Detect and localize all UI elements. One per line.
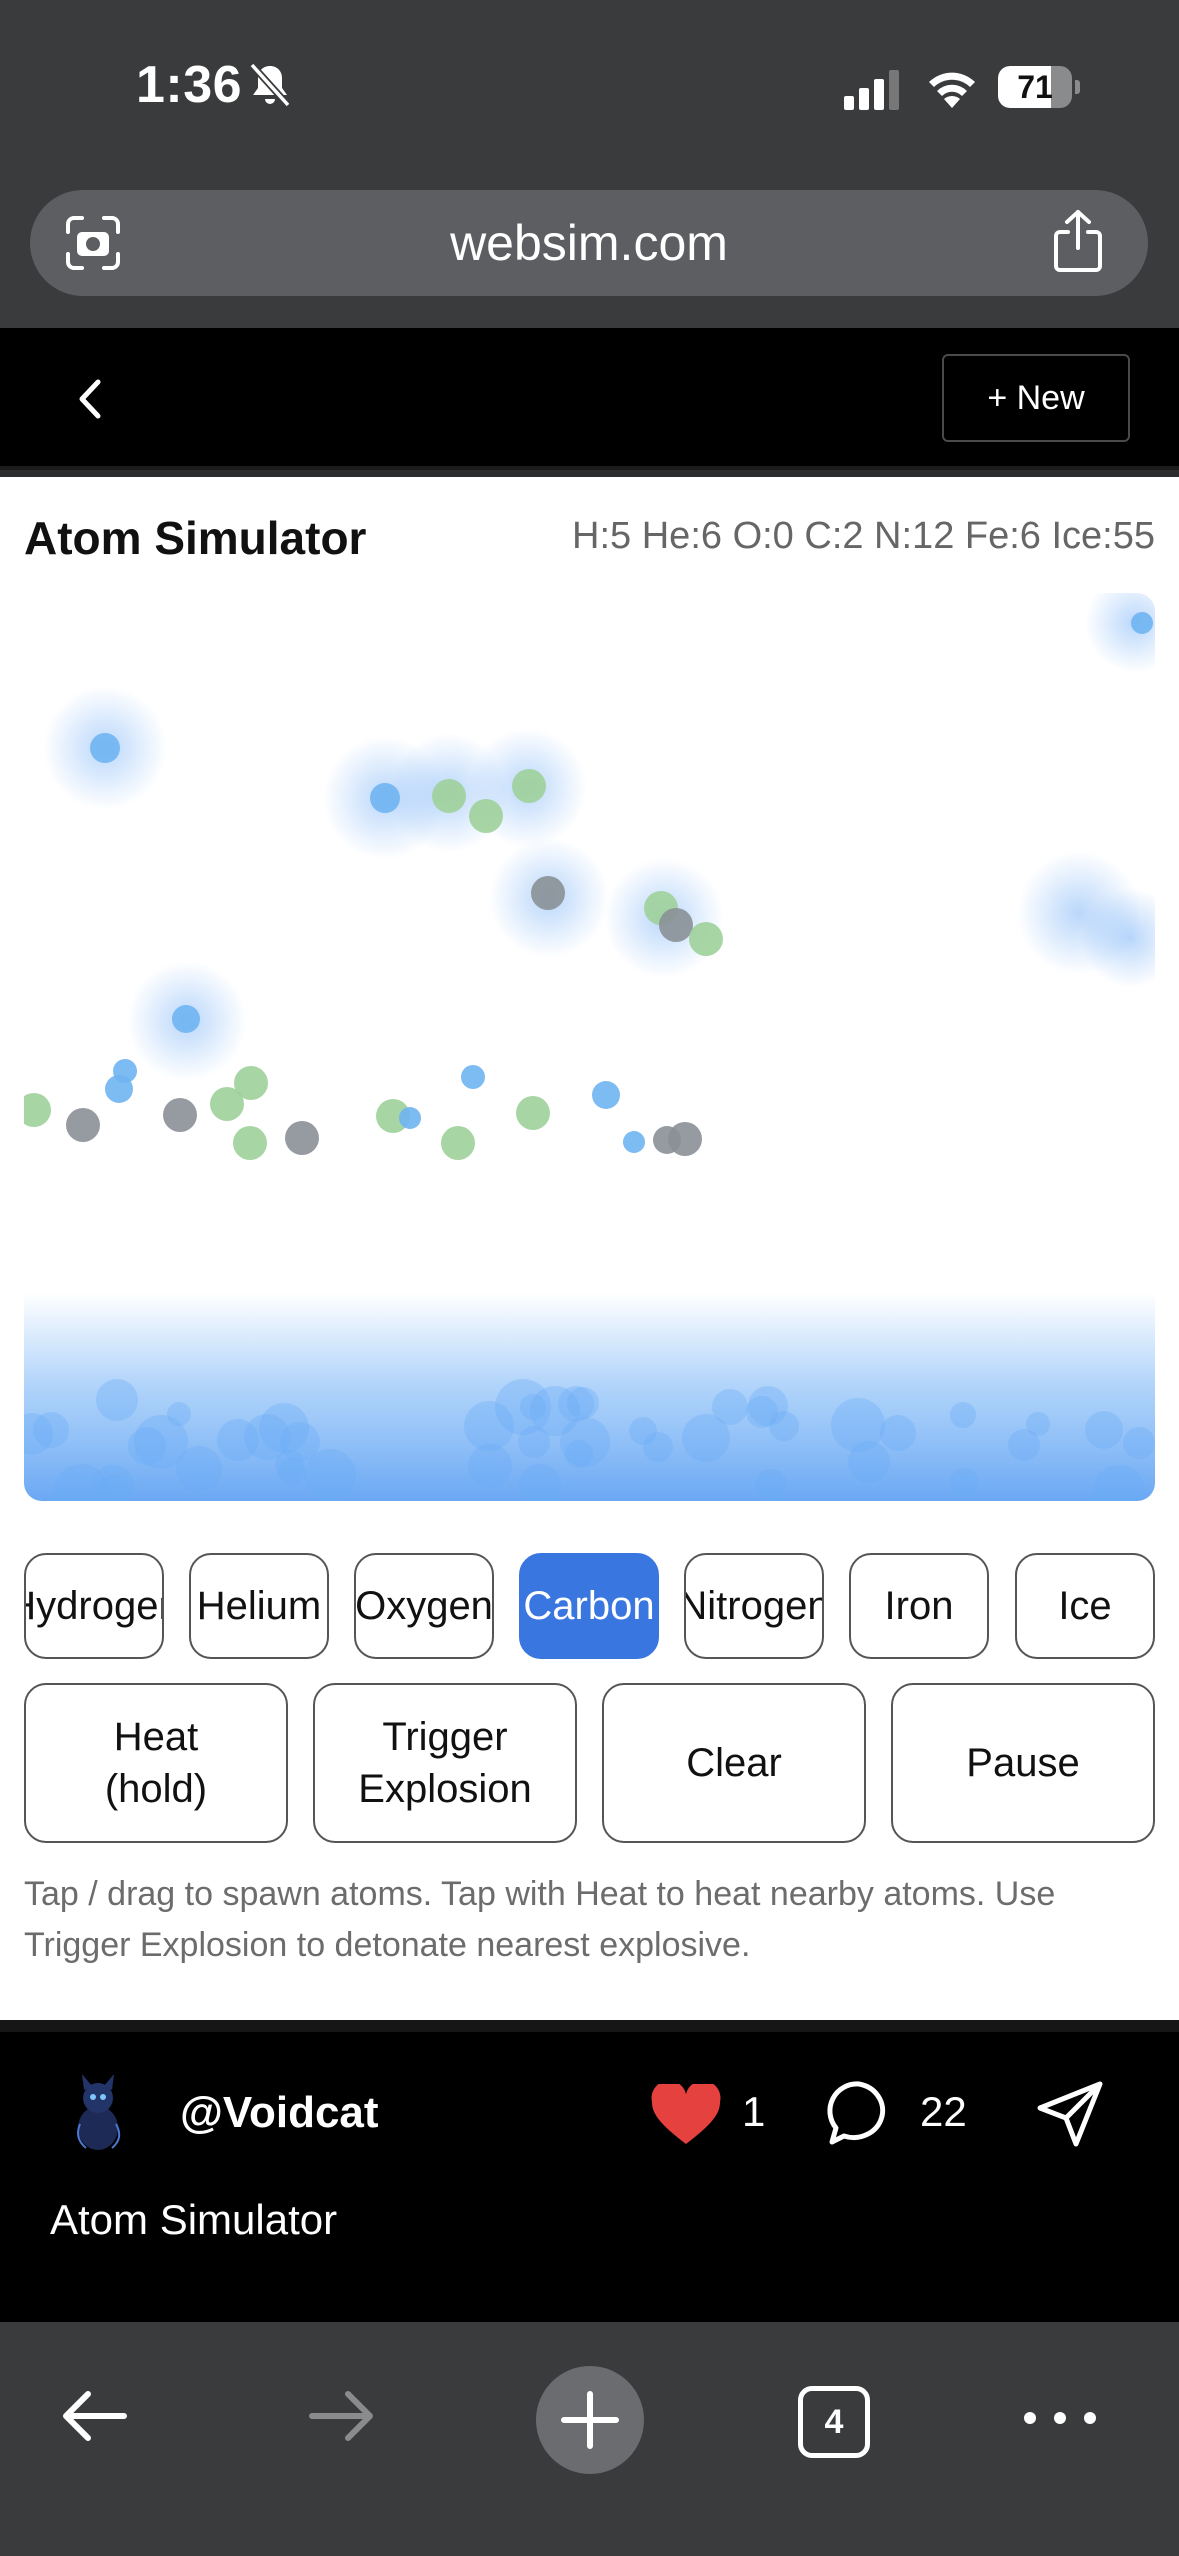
ice-atom-cluster	[950, 1468, 978, 1496]
ice-atom	[623, 1131, 645, 1153]
iron-atom	[659, 908, 693, 942]
iron-atom	[66, 1108, 100, 1142]
iron-atom	[163, 1098, 197, 1132]
ice-atom-cluster	[1026, 1412, 1050, 1436]
action-buttons: Heat (hold) Trigger Explosion Clear Pause	[24, 1683, 1155, 1843]
ice-atom-cluster	[831, 1398, 885, 1452]
site-header: + New	[0, 328, 1179, 470]
ice-atom	[399, 1107, 421, 1129]
ice-atom	[105, 1075, 133, 1103]
ice-atom-cluster	[128, 1427, 166, 1465]
tabs-button[interactable]: 4	[798, 2386, 870, 2458]
ice-atom	[172, 1005, 200, 1033]
nitrogen-atom	[516, 1096, 550, 1130]
ice-atom-cluster	[304, 1449, 356, 1501]
back-chevron-icon[interactable]	[70, 376, 110, 422]
ice-atom-cluster	[176, 1446, 222, 1492]
username[interactable]: @Voidcat	[180, 2088, 379, 2138]
plus-icon	[561, 2391, 619, 2449]
send-icon[interactable]	[1034, 2078, 1106, 2150]
ice-atom	[90, 733, 120, 763]
trigger-explosion-button[interactable]: Trigger Explosion	[313, 1683, 577, 1843]
battery-indicator: 71	[998, 66, 1080, 108]
url-text[interactable]: websim.com	[30, 214, 1148, 272]
nitrogen-atom	[441, 1126, 475, 1160]
url-bar[interactable]: websim.com	[30, 190, 1148, 296]
nitrogen-atom	[689, 922, 723, 956]
element-button-ice[interactable]: Ice	[1015, 1553, 1155, 1659]
ice-atom-cluster	[880, 1415, 916, 1451]
browser-top-chrome: 1:36 71 websim.com	[0, 0, 1179, 328]
comment-count: 22	[920, 2088, 967, 2135]
back-arrow-icon[interactable]	[58, 2386, 130, 2446]
iron-atom	[531, 876, 565, 910]
ice-atom-cluster	[96, 1379, 138, 1421]
iron-atom	[653, 1126, 681, 1154]
ice-atom-cluster	[1123, 1427, 1155, 1459]
ice-atom	[1131, 612, 1153, 634]
ice-atom-cluster	[468, 1444, 512, 1488]
nitrogen-atom	[233, 1126, 267, 1160]
more-icon[interactable]	[1020, 2406, 1100, 2430]
element-button-nitrogen[interactable]: Nitrogen	[684, 1553, 824, 1659]
ice-atom-cluster	[278, 1458, 306, 1486]
ice-atom-cluster	[1085, 1411, 1123, 1449]
heart-icon[interactable]	[650, 2084, 722, 2146]
element-button-oxygen[interactable]: Oxygen	[354, 1553, 494, 1659]
ice-atom-cluster	[746, 1396, 778, 1428]
ice-atom-cluster	[558, 1386, 594, 1422]
share-icon[interactable]	[1048, 208, 1108, 274]
social-bar: @Voidcat 1 22 Atom Simulator	[0, 2020, 1179, 2322]
app-content: Atom Simulator H:5 He:6 O:0 C:2 N:12 Fe:…	[0, 477, 1179, 2020]
ice-atom-cluster	[712, 1389, 748, 1425]
help-text: Tap / drag to spawn atoms. Tap with Heat…	[24, 1875, 1056, 1964]
comment-icon[interactable]	[826, 2080, 892, 2146]
like-count: 1	[742, 2088, 766, 2135]
ice-atom-cluster	[259, 1403, 309, 1453]
ice-atom	[370, 783, 400, 813]
ice-atom	[461, 1065, 485, 1089]
nitrogen-atom	[512, 769, 546, 803]
element-button-helium[interactable]: Helium	[189, 1553, 329, 1659]
pause-button[interactable]: Pause	[891, 1683, 1155, 1843]
ice-atom-cluster	[629, 1417, 657, 1445]
element-button-hydrogen[interactable]: Hydrogen	[24, 1553, 164, 1659]
element-selector: Hydrogen Helium Oxygen Carbon Nitrogen I…	[24, 1553, 1155, 1659]
cellular-signal-icon	[844, 70, 899, 110]
element-button-iron[interactable]: Iron	[849, 1553, 989, 1659]
forward-arrow-icon[interactable]	[306, 2386, 378, 2446]
status-time: 1:36	[136, 56, 243, 114]
post-title: Atom Simulator	[50, 2196, 338, 2243]
ice-atom-cluster	[755, 1469, 787, 1501]
new-button[interactable]: + New	[942, 354, 1130, 442]
bell-slash-icon	[249, 62, 291, 108]
avatar[interactable]	[54, 2068, 144, 2158]
ice-atom-cluster	[950, 1402, 976, 1428]
ice-atom-cluster	[167, 1402, 191, 1426]
element-button-carbon[interactable]: Carbon	[519, 1553, 659, 1659]
ice-atom	[592, 1081, 620, 1109]
iron-atom	[285, 1121, 319, 1155]
simulation-canvas[interactable]	[24, 593, 1155, 1501]
app-title: Atom Simulator	[24, 512, 367, 564]
heat-button[interactable]: Heat (hold)	[24, 1683, 288, 1843]
atom-counts: H:5 He:6 O:0 C:2 N:12 Fe:6 Ice:55	[572, 515, 1155, 557]
browser-toolbar: 4	[0, 2322, 1179, 2556]
clear-button[interactable]: Clear	[602, 1683, 866, 1843]
wifi-icon	[929, 72, 975, 108]
nitrogen-atom	[210, 1087, 244, 1121]
nitrogen-atom	[432, 779, 466, 813]
new-tab-button[interactable]	[536, 2366, 644, 2474]
nitrogen-atom	[469, 799, 503, 833]
